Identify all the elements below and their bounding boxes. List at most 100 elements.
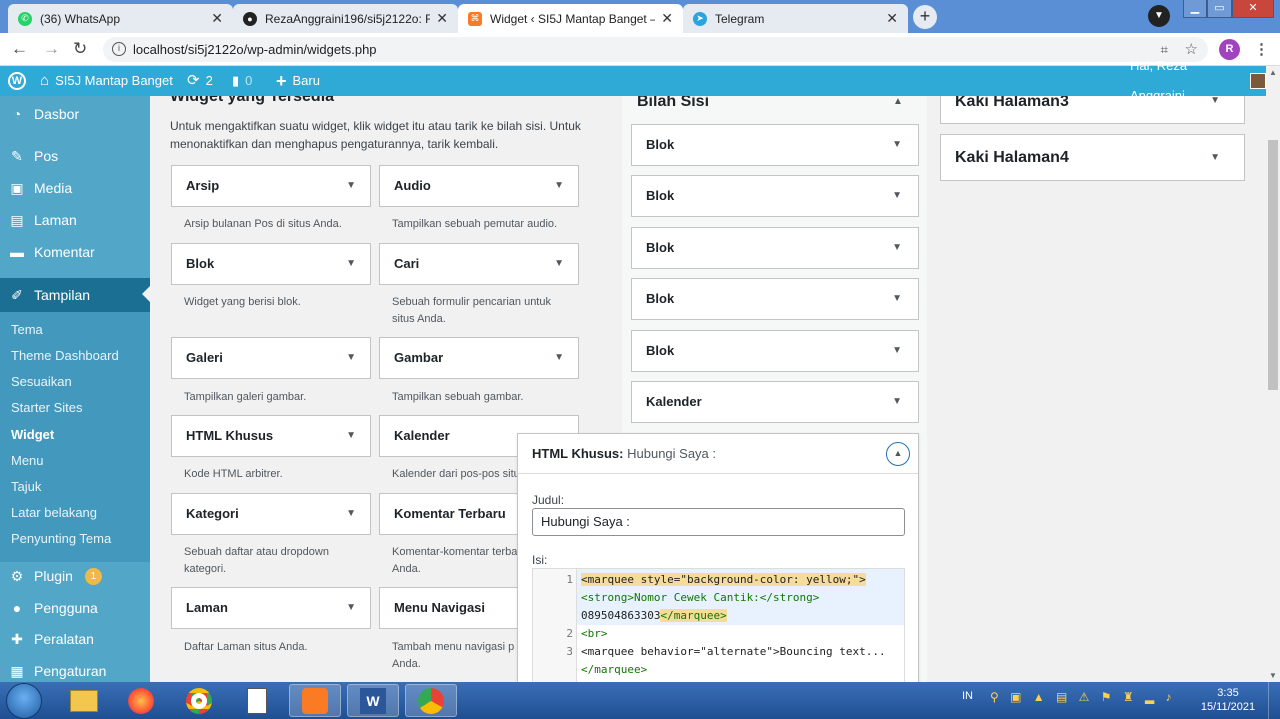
sidebar-item-komentar[interactable]: ▬ Komentar xyxy=(0,236,150,268)
sidebar-item-tampilan[interactable]: ✐ Tampilan xyxy=(0,278,150,312)
updates-link[interactable]: ⟳ 2 xyxy=(187,66,213,96)
taskbar-word[interactable]: W xyxy=(347,684,399,717)
tab-widget[interactable]: ⌘ Widget ‹ SI5J Mantap Banget — ✕ xyxy=(458,4,683,33)
collapse-toggle-icon[interactable]: ▲ xyxy=(886,442,910,466)
comments-link[interactable]: ▮ 0 xyxy=(232,66,252,96)
submenu-penyunting-tema[interactable]: Penyunting Tema xyxy=(11,531,111,546)
submenu-theme-dashboard[interactable]: Theme Dashboard xyxy=(11,348,119,363)
sidebar-item-laman[interactable]: ▤ Laman xyxy=(0,204,150,236)
caret-down-icon: ▼ xyxy=(1210,96,1220,106)
taskbar-firefox[interactable] xyxy=(115,684,167,717)
submenu-latar-belakang[interactable]: Latar belakang xyxy=(11,505,97,520)
sidebar-widget-blok[interactable]: Blok ▼ xyxy=(631,175,919,217)
taskbar-explorer[interactable] xyxy=(58,684,110,717)
sidebar-widget-blok[interactable]: Blok ▼ xyxy=(631,227,919,269)
new-tab-button[interactable]: + xyxy=(913,5,937,29)
caret-down-icon: ▼ xyxy=(554,352,564,363)
sidebar-item-media[interactable]: ▣ Media xyxy=(0,172,150,204)
pin-icon: ✎ xyxy=(11,147,23,164)
sidebar-widget-blok[interactable]: Blok ▼ xyxy=(631,124,919,166)
close-icon[interactable]: ✕ xyxy=(886,10,898,27)
widget-cari[interactable]: Cari ▼ xyxy=(379,243,579,285)
language-indicator[interactable]: IN xyxy=(962,690,973,702)
sidebar-item-peralatan[interactable]: ✚ Peralatan xyxy=(0,623,150,655)
wp-admin-bar: W ⌂ SI5J Mantap Banget ⟳ 2 ▮ 0 + Baru Ha… xyxy=(0,58,1266,103)
submenu-widget[interactable]: Widget xyxy=(11,427,54,442)
widget-laman[interactable]: Laman ▼ xyxy=(171,587,371,629)
sidebar-item-pos[interactable]: ✎ Pos xyxy=(0,140,150,172)
tab-github[interactable]: ● RezaAnggraini196/si5j2122o: Rep ✕ xyxy=(233,4,458,33)
widget-description: Tampilkan galeri gambar. xyxy=(184,391,307,403)
scrollbar-thumb[interactable] xyxy=(1268,140,1278,390)
caret-up-icon[interactable]: ▲ xyxy=(893,96,903,107)
home-icon: ⌂ xyxy=(40,72,50,89)
xampp-icon xyxy=(302,687,328,714)
footer-area-4[interactable]: Kaki Halaman4 ▼ xyxy=(940,134,1245,181)
code-line: <br> xyxy=(581,627,608,640)
widget-arsip[interactable]: Arsip ▼ xyxy=(171,165,371,207)
submenu-starter-sites[interactable]: Starter Sites xyxy=(11,400,83,415)
html-code-editor[interactable]: 1 <marquee style="background-color: yell… xyxy=(532,568,905,682)
widget-audio[interactable]: Audio ▼ xyxy=(379,165,579,207)
submenu-tema[interactable]: Tema xyxy=(11,322,43,337)
widget-gambar[interactable]: Gambar ▼ xyxy=(379,337,579,379)
footer-area-3[interactable]: Kaki Halaman3 ▼ xyxy=(940,96,1245,124)
widget-kategori[interactable]: Kategori ▼ xyxy=(171,493,371,535)
forward-icon[interactable]: → xyxy=(43,39,60,59)
sidebar-item-plugin[interactable]: ⚙ Plugin 1 xyxy=(0,560,150,592)
tray-icons[interactable]: ⚲ ▣ ▲ ▤ ⚠ ⚑ ♜ ▂ ♪ xyxy=(990,690,1176,704)
code-token: <marquee style="background-color: yellow… xyxy=(581,573,866,586)
reload-icon[interactable]: ↻ xyxy=(73,39,87,59)
chrome-icon xyxy=(418,687,444,714)
minimize-button[interactable]: ▁ xyxy=(1183,0,1207,18)
taskbar-chrome[interactable] xyxy=(173,684,225,717)
window-close-button[interactable]: ✕ xyxy=(1232,0,1274,18)
wordpress-logo-icon[interactable]: W xyxy=(8,66,26,96)
close-icon[interactable]: ✕ xyxy=(661,10,673,27)
scroll-up-icon[interactable]: ▲ xyxy=(1269,68,1277,77)
judul-input[interactable]: Hubungi Saya : xyxy=(532,508,905,536)
code-token: 089504863303 xyxy=(581,609,661,622)
sidebar-area-title[interactable]: Bilah Sisi xyxy=(637,96,709,111)
xampp-icon: ⌘ xyxy=(468,11,482,26)
clock-date: 15/11/2021 xyxy=(1200,701,1256,713)
show-desktop-button[interactable] xyxy=(1268,682,1280,719)
submenu-sesuaikan[interactable]: Sesuaikan xyxy=(11,374,72,389)
submenu-tajuk[interactable]: Tajuk xyxy=(11,479,41,494)
user-icon: ● xyxy=(12,600,22,616)
tab-telegram[interactable]: ➤ Telegram ✕ xyxy=(683,4,908,33)
close-icon[interactable]: ✕ xyxy=(436,10,448,27)
new-content-link[interactable]: + Baru xyxy=(276,66,320,96)
widget-header[interactable]: HTML Khusus: Hubungi Saya : xyxy=(518,434,918,474)
taskbar-notepad[interactable] xyxy=(231,684,283,717)
submenu-menu[interactable]: Menu xyxy=(11,453,44,468)
sidebar-item-pengguna[interactable]: ● Pengguna xyxy=(0,592,150,624)
page-scrollbar[interactable]: ▲ ▼ xyxy=(1266,66,1280,682)
profile-menu-icon[interactable]: ▼ xyxy=(1148,5,1170,27)
widget-blok[interactable]: Blok ▼ xyxy=(171,243,371,285)
site-name-link[interactable]: ⌂ SI5J Mantap Banget xyxy=(40,66,173,96)
code-line: </marquee> xyxy=(581,663,648,676)
widget-galeri[interactable]: Galeri ▼ xyxy=(171,337,371,379)
start-button[interactable] xyxy=(6,683,42,719)
maximize-button[interactable]: ▭ xyxy=(1207,0,1232,18)
widget-description: Arsip bulanan Pos di situs Anda. xyxy=(184,218,342,230)
caret-down-icon: ▼ xyxy=(892,242,902,253)
scroll-down-icon[interactable]: ▼ xyxy=(1269,671,1277,680)
sidebar-widget-kalender[interactable]: Kalender ▼ xyxy=(631,381,919,423)
info-icon[interactable]: i xyxy=(112,42,126,56)
sidebar-widget-blok[interactable]: Blok ▼ xyxy=(631,330,919,372)
widget-html-khusus[interactable]: HTML Khusus ▼ xyxy=(171,415,371,457)
tab-whatsapp[interactable]: ✆ (36) WhatsApp ✕ xyxy=(8,4,233,33)
back-icon[interactable]: ← xyxy=(11,39,28,59)
sidebar-item-dasbor[interactable]: ◔ Dasbor xyxy=(0,98,150,130)
close-icon[interactable]: ✕ xyxy=(211,10,223,27)
my-account-link[interactable]: Hai, Reza Anggraini xyxy=(1130,58,1266,103)
sidebar-widget-blok[interactable]: Blok ▼ xyxy=(631,278,919,320)
taskbar-xampp[interactable] xyxy=(289,684,341,717)
taskbar-chrome-profile[interactable] xyxy=(405,684,457,717)
url-field[interactable]: i localhost/si5j2122o/wp-admin/widgets.p… xyxy=(103,37,1208,62)
kebab-menu-icon[interactable]: ⋮ xyxy=(1254,40,1269,58)
system-clock[interactable]: 3:35 15/11/2021 xyxy=(1195,686,1261,714)
sidebar-item-pengaturan[interactable]: ▦ Pengaturan xyxy=(0,655,150,682)
